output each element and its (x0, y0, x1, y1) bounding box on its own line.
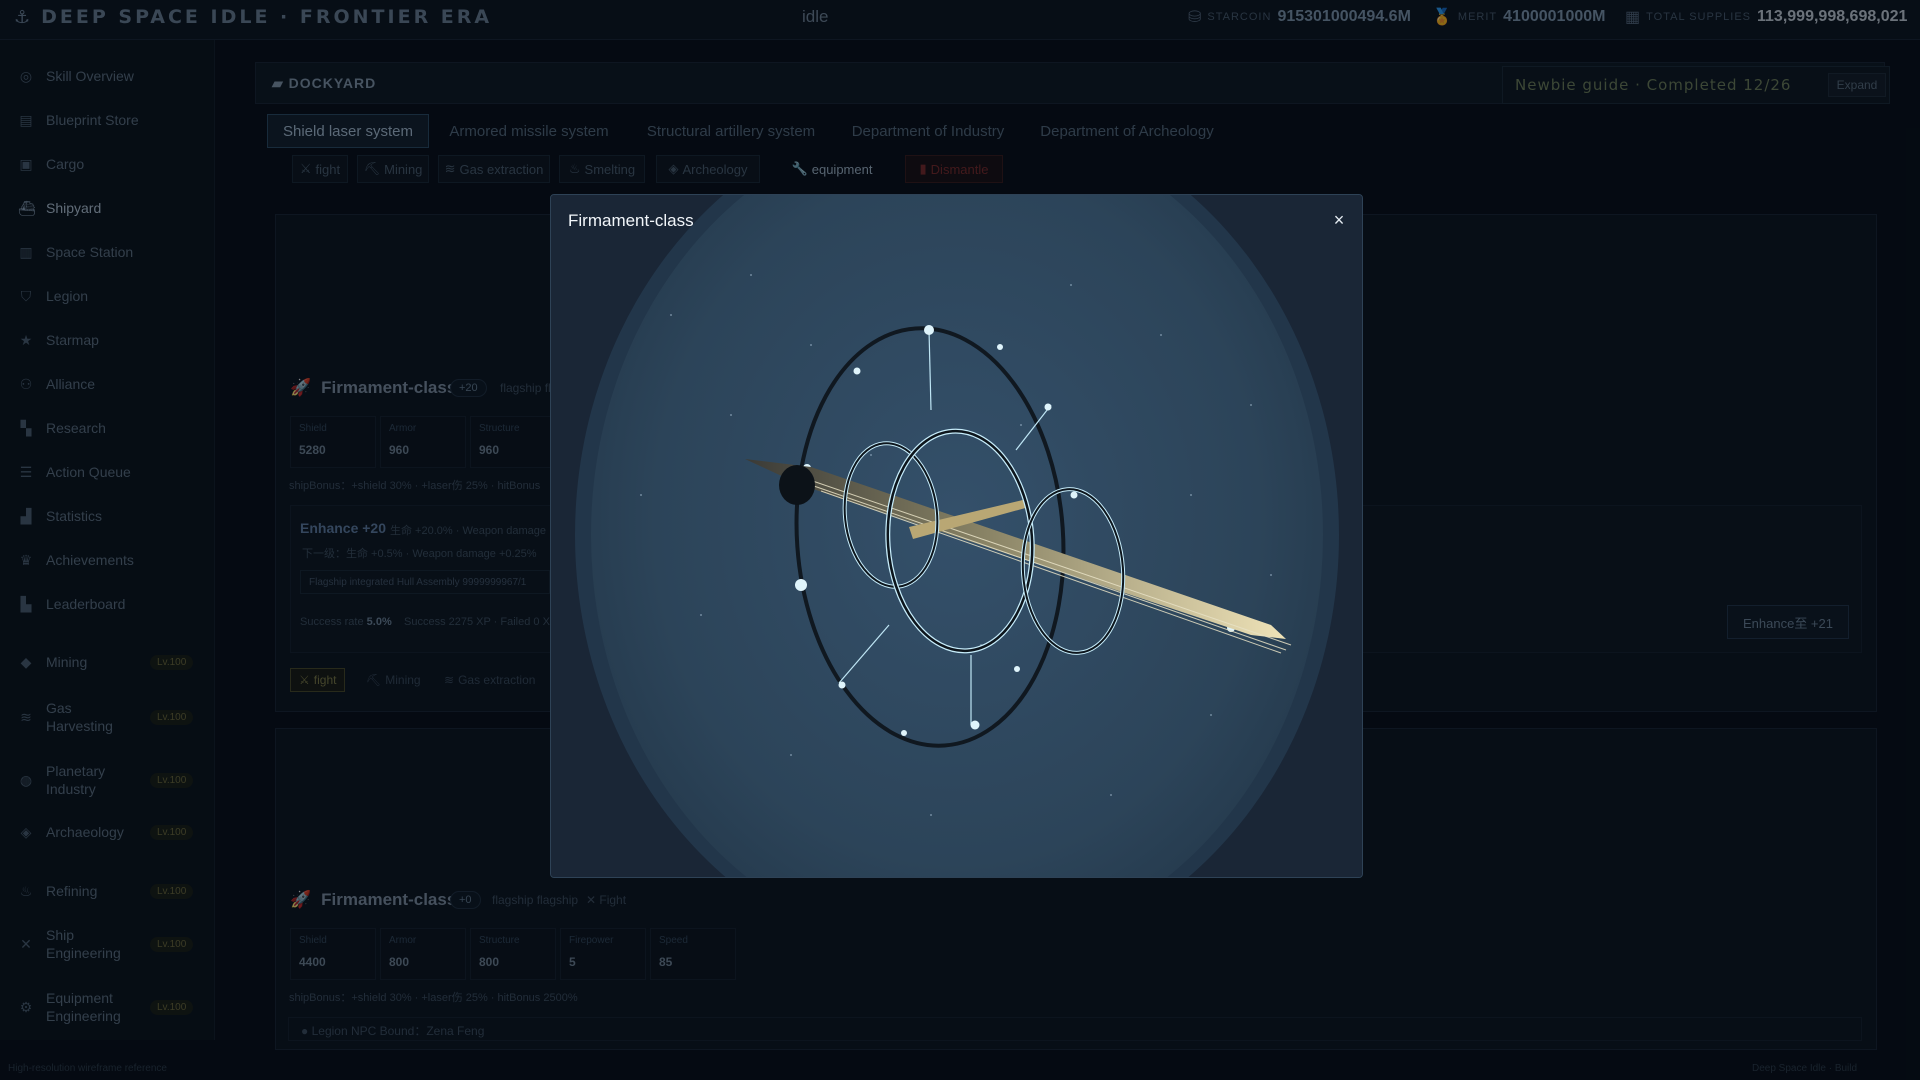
modal-title: Firmament-class (568, 211, 694, 230)
ship-3d-viewport[interactable] (551, 195, 1363, 878)
engine-block (779, 465, 815, 505)
close-icon[interactable]: × (1328, 209, 1350, 231)
ship-preview-modal: Firmament-class × (550, 194, 1363, 878)
